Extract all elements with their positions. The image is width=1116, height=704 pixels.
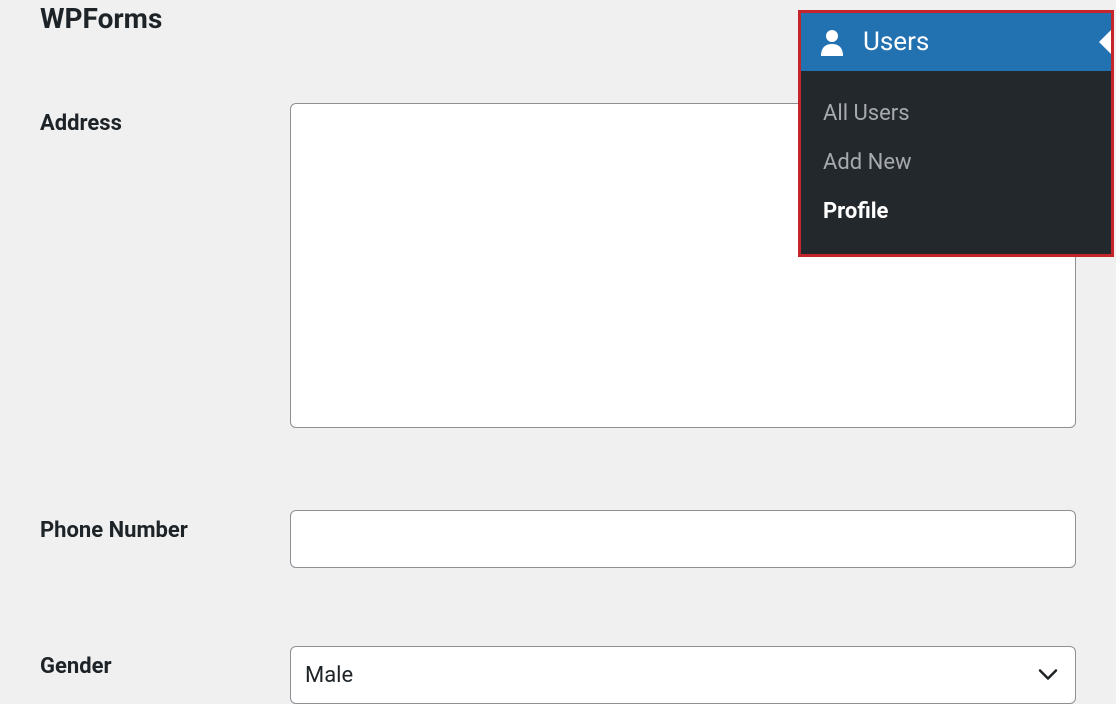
gender-input-wrap: Male — [290, 646, 1076, 704]
menu-item-profile[interactable]: Profile — [801, 187, 1111, 236]
gender-select[interactable]: Male — [290, 646, 1076, 704]
gender-label: Gender — [40, 646, 290, 704]
menu-header-users[interactable]: Users — [801, 13, 1111, 71]
phone-label: Phone Number — [40, 510, 290, 568]
menu-arrow-icon — [1099, 30, 1111, 54]
users-admin-menu: Users All Users Add New Profile — [798, 10, 1114, 257]
gender-row: Gender Male — [40, 646, 1076, 704]
address-label: Address — [40, 103, 290, 432]
phone-input[interactable] — [290, 510, 1076, 568]
user-icon — [819, 28, 845, 56]
menu-item-add-new[interactable]: Add New — [801, 138, 1111, 187]
gender-select-wrap: Male — [290, 646, 1076, 704]
menu-item-all-users[interactable]: All Users — [801, 89, 1111, 138]
menu-header-label: Users — [863, 27, 929, 57]
phone-input-wrap — [290, 510, 1076, 568]
phone-row: Phone Number — [40, 510, 1076, 568]
menu-items-list: All Users Add New Profile — [801, 71, 1111, 254]
